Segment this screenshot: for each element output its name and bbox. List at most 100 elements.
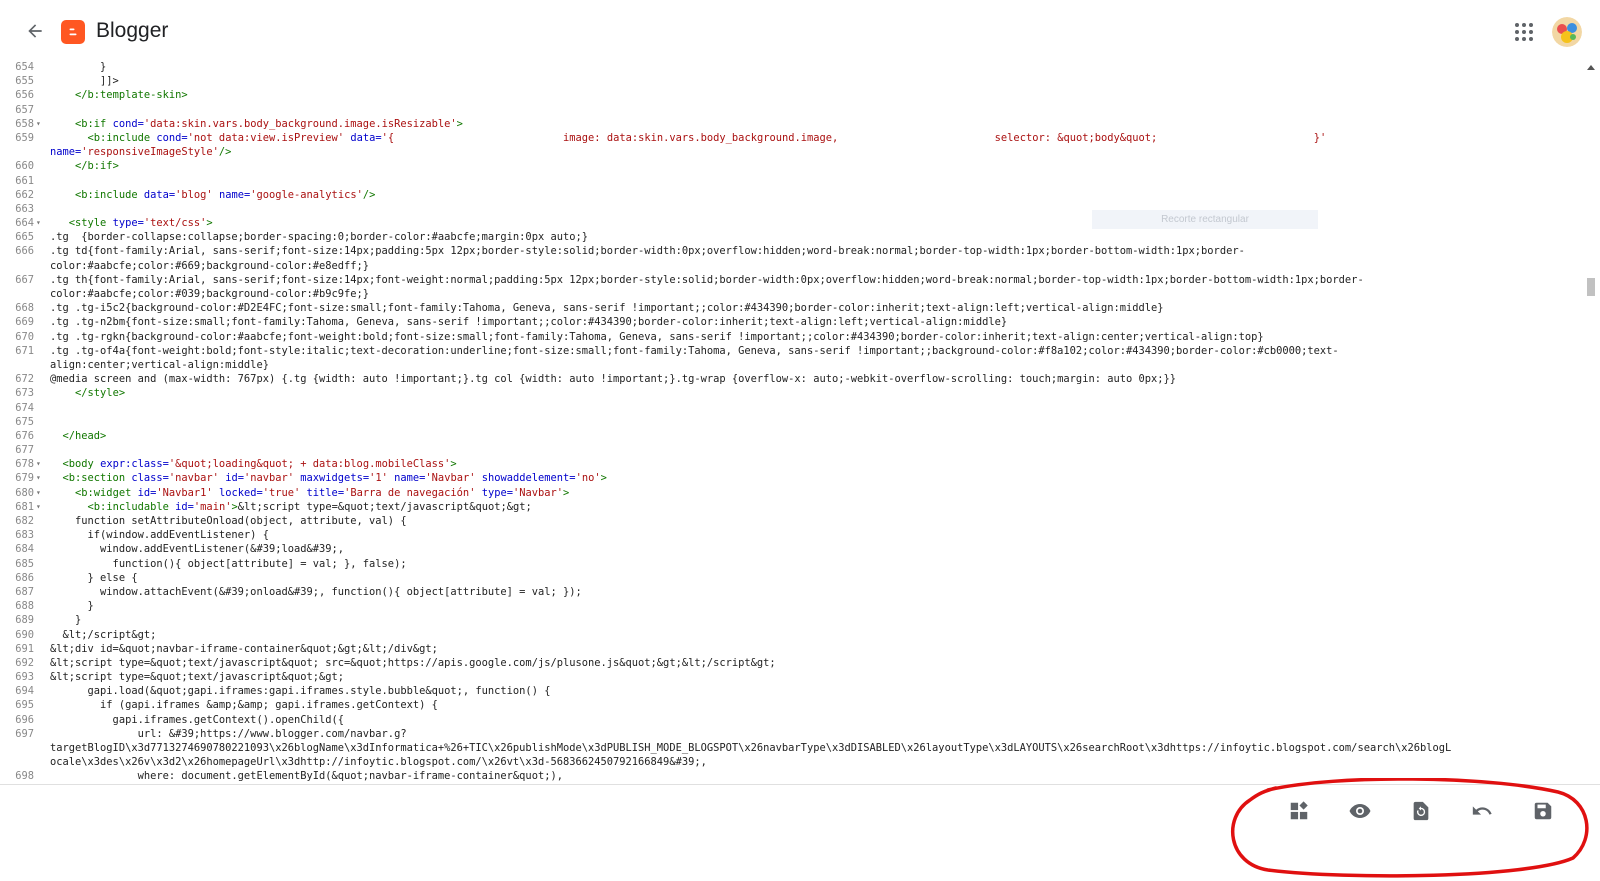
code-line[interactable]: 667 .tg th{font-family:Arial, sans-serif;… xyxy=(0,273,1582,287)
code-line[interactable]: 663 xyxy=(0,202,1582,216)
code-line[interactable]: 672 @media screen and (max-width: 767px) … xyxy=(0,372,1582,386)
code-text: .tg {border-collapse:collapse;border-spa… xyxy=(50,230,588,244)
code-line[interactable]: 696 gapi.iframes.getContext().openChild(… xyxy=(0,713,1582,727)
code-token: 'no' xyxy=(575,472,601,485)
code-line[interactable]: 657 xyxy=(0,103,1582,117)
line-number: 689 xyxy=(15,614,34,627)
code-line[interactable]: 666 .tg td{font-family:Arial, sans-serif;… xyxy=(0,244,1582,258)
code-line[interactable]: 697 url: &#39;https://www.blogger.com/na… xyxy=(0,727,1582,741)
code-line[interactable]: 693 &lt;script type=&quot;text/javascript… xyxy=(0,670,1582,684)
code-token: locked= xyxy=(212,486,263,499)
code-token: 'navbar' xyxy=(168,472,219,485)
fold-arrow-icon[interactable]: ▾ xyxy=(36,117,41,131)
code-line[interactable]: 662 <b:include data='blog' name='google-… xyxy=(0,188,1582,202)
code-line[interactable]: 687 window.attachEvent(&#39;onload&#39;,… xyxy=(0,585,1582,599)
code-line[interactable]: 670 .tg .tg-rgkn{background-color:#aabcfe… xyxy=(0,330,1582,344)
code-text: .tg th{font-family:Arial, sans-serif;fon… xyxy=(50,273,1364,287)
code-token: </b:template-skin> xyxy=(75,89,188,102)
code-line[interactable]: 685 function(){ object[attribute] = val;… xyxy=(0,557,1582,571)
code-line[interactable]: 671 .tg .tg-of4a{font-weight:bold;font-st… xyxy=(0,344,1582,358)
code-line[interactable]: 692 &lt;script type=&quot;text/javascript… xyxy=(0,656,1582,670)
code-line[interactable]: 681 ▾ <b:includable id='main'>&lt;script … xyxy=(0,500,1582,514)
line-number: 676 xyxy=(15,429,34,442)
save-button[interactable] xyxy=(1530,798,1556,824)
code-token: name= xyxy=(50,146,82,159)
code-line[interactable]: 686 } else { xyxy=(0,571,1582,585)
code-line[interactable]: 674 xyxy=(0,401,1582,415)
code-token: color:#aabcfe;color:#669;background-colo… xyxy=(50,259,370,272)
code-token: 'Barra de navegación' xyxy=(344,486,476,499)
code-line[interactable]: 654 } xyxy=(0,60,1582,74)
user-avatar[interactable] xyxy=(1552,17,1582,47)
code-token: .tg {border-collapse:collapse;border-spa… xyxy=(50,231,588,244)
back-button[interactable] xyxy=(22,18,48,44)
code-line[interactable]: 695 if (gapi.iframes &amp;&amp; gapi.ifr… xyxy=(0,698,1582,712)
code-line[interactable]: color:#aabcfe;color:#039;background-colo… xyxy=(0,287,1582,301)
code-token: 'responsiveImageStyle' xyxy=(81,146,219,159)
code-line[interactable]: 668 .tg .tg-i5c2{background-color:#D2E4FC… xyxy=(0,301,1582,315)
code-token: id= xyxy=(218,472,244,485)
code-text: .tg .tg-n2bm{font-size:small;font-family… xyxy=(50,315,1007,329)
code-line[interactable]: 682 function setAttributeOnload(object, … xyxy=(0,514,1582,528)
code-line[interactable]: 655 ]]> xyxy=(0,74,1582,88)
code-line[interactable]: targetBlogID\x3d7713274690780221093\x26b… xyxy=(0,741,1582,755)
widgets-button[interactable] xyxy=(1286,798,1312,824)
scroll-up-arrow-icon[interactable] xyxy=(1587,65,1595,70)
code-line[interactable]: name='responsiveImageStyle'/> xyxy=(0,145,1582,159)
code-line[interactable]: 698 where: document.getElementById(&quot… xyxy=(0,769,1582,783)
code-line[interactable]: 694 gapi.load(&quot;gapi.iframes:gapi.if… xyxy=(0,684,1582,698)
code-editor[interactable]: 654 } 655 ]]> 656 </b:template-skin> 657 658… xyxy=(0,60,1582,784)
code-line[interactable]: ocale\x3des\x26v\x3d2\x26homepageUrl\x3d… xyxy=(0,755,1582,769)
fold-arrow-icon[interactable]: ▾ xyxy=(36,471,41,485)
code-line[interactable]: 659 <b:include cond='not data:view.isPre… xyxy=(0,131,1582,145)
code-line[interactable]: 656 </b:template-skin> xyxy=(0,88,1582,102)
fold-arrow-icon[interactable]: ▾ xyxy=(36,216,41,230)
apps-grid-icon[interactable] xyxy=(1512,20,1536,44)
code-line[interactable]: 679 ▾ <b:section class='navbar' id='navba… xyxy=(0,471,1582,485)
code-text: </head> xyxy=(50,429,107,443)
undo-button[interactable] xyxy=(1469,798,1495,824)
code-line[interactable]: 673 </style> xyxy=(0,386,1582,400)
fold-arrow-icon[interactable]: ▾ xyxy=(36,486,41,500)
code-line[interactable]: 683 if(window.addEventListener) { xyxy=(0,528,1582,542)
line-number: 658 xyxy=(15,117,34,130)
code-text: window.attachEvent(&#39;onload&#39;, fun… xyxy=(50,585,582,599)
arrow-left-icon xyxy=(28,24,42,38)
code-line[interactable]: 678 ▾ <body expr:class='&quot;loading&quo… xyxy=(0,457,1582,471)
code-line[interactable]: 684 window.addEventListener(&#39;load&#3… xyxy=(0,542,1582,556)
code-line[interactable]: 691 &lt;div id=&quot;navbar-iframe-contai… xyxy=(0,642,1582,656)
code-token: 'Navbar' xyxy=(425,472,476,485)
preview-button[interactable] xyxy=(1347,798,1373,824)
code-text: } else { xyxy=(50,571,138,585)
fold-arrow-icon[interactable]: ▾ xyxy=(36,457,41,471)
code-line[interactable]: color:#aabcfe;color:#669;background-colo… xyxy=(0,259,1582,273)
code-token: } xyxy=(50,614,82,627)
code-line[interactable]: 688 } xyxy=(0,599,1582,613)
scroll-thumb[interactable] xyxy=(1587,278,1595,296)
code-line[interactable]: 690 &lt;/script&gt; xyxy=(0,628,1582,642)
line-number: 663 xyxy=(15,202,34,215)
code-line[interactable]: align:center;vertical-align:middle} xyxy=(0,358,1582,372)
code-line[interactable]: 669 .tg .tg-n2bm{font-size:small;font-fam… xyxy=(0,315,1582,329)
code-line[interactable]: 680 ▾ <b:widget id='Navbar1' locked='true… xyxy=(0,486,1582,500)
code-line[interactable]: 677 xyxy=(0,443,1582,457)
line-number: 694 xyxy=(15,685,34,698)
code-token: > xyxy=(450,458,457,471)
code-token: title= xyxy=(300,486,345,499)
code-line[interactable]: 665 .tg {border-collapse:collapse;border-… xyxy=(0,230,1582,244)
code-line[interactable]: 661 xyxy=(0,174,1582,188)
editor-scrollbar[interactable] xyxy=(1584,60,1598,784)
code-text: <b:if cond='data:skin.vars.body_backgrou… xyxy=(50,117,463,131)
code-line[interactable]: 689 } xyxy=(0,613,1582,627)
code-line[interactable]: 676 </head> xyxy=(0,429,1582,443)
code-line[interactable]: 660 </b:if> xyxy=(0,159,1582,173)
restore-button[interactable] xyxy=(1408,798,1434,824)
fold-arrow-icon[interactable]: ▾ xyxy=(36,500,41,514)
code-line[interactable]: 675 xyxy=(0,415,1582,429)
code-line[interactable]: 658 ▾ <b:if cond='data:skin.vars.body_bac… xyxy=(0,117,1582,131)
code-text: if (gapi.iframes &amp;&amp; gapi.iframes… xyxy=(50,698,438,712)
code-line[interactable]: 664 ▾ <style type='text/css'> xyxy=(0,216,1582,230)
code-token: color:#aabcfe;color:#039;background-colo… xyxy=(50,288,370,300)
